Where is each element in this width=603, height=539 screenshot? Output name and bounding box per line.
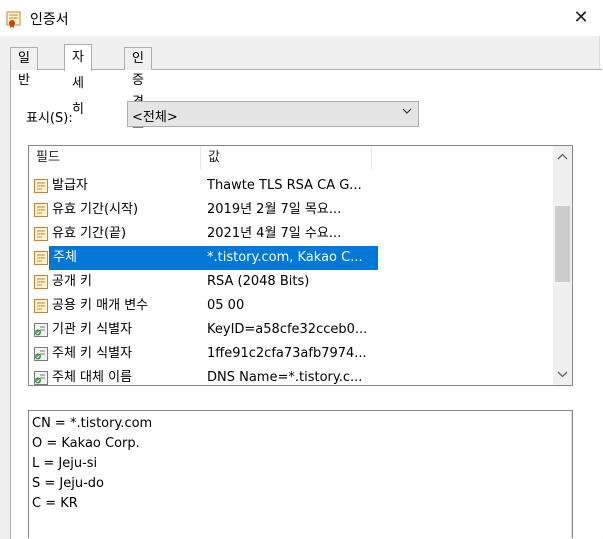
field-detail-box[interactable]: CN = *.tistory.com O = Kakao Corp. L = J… — [28, 410, 573, 539]
list-item[interactable]: 기관 키 식별자 KeyID=a58cfe32cceb0... — [29, 318, 554, 342]
window-title: 인증서 — [30, 12, 69, 28]
certificate-field-icon — [33, 178, 49, 194]
field-list[interactable]: 필드 값 발급자 Thawte TLS RSA CA G... 유효 기간(시작) 2… — [28, 145, 573, 386]
certificate-extension-icon — [33, 370, 49, 385]
tab-certification-path[interactable]: 인증 경로 — [124, 47, 152, 132]
list-item-value: Thawte TLS RSA CA G... — [207, 178, 362, 193]
list-item[interactable]: 주체 대체 이름 DNS Name=*.tistory.c... — [29, 366, 554, 385]
list-item-value: 05 00 — [207, 298, 245, 313]
show-dropdown[interactable]: <전체> — [127, 101, 419, 127]
list-item-value: 2021년 4월 7일 수요... — [207, 226, 342, 241]
certificate-field-icon — [33, 274, 49, 290]
tab-general[interactable]: 일반 — [10, 47, 38, 88]
list-item[interactable]: 주체 키 식별자 1ffe91c2cfa73afb7974... — [29, 342, 554, 366]
list-item[interactable]: 공용 키 매개 변수 05 00 — [29, 294, 554, 318]
certificate-field-icon — [33, 226, 49, 242]
detail-line: S = Jeju-do — [32, 476, 104, 491]
tab-details[interactable]: 자세히 — [64, 44, 92, 117]
list-item-field: 발급자 — [52, 178, 88, 193]
list-item-value: RSA (2048 Bits) — [207, 274, 310, 289]
vertical-scrollbar[interactable] — [553, 146, 572, 385]
list-item-value: DNS Name=*.tistory.c... — [207, 370, 363, 385]
chevron-down-icon — [402, 108, 412, 114]
list-item[interactable]: 주체 *.tistory.com, Kakao C... — [29, 246, 554, 270]
list-item[interactable]: 발급자 Thawte TLS RSA CA G... — [29, 174, 554, 198]
list-item-value: 1ffe91c2cfa73afb7974... — [207, 346, 367, 361]
list-item-field: 유효 기간(시작) — [52, 202, 139, 217]
list-item-field: 주체 키 식별자 — [52, 346, 133, 361]
scroll-up-arrow-icon[interactable] — [553, 146, 572, 168]
detail-line: CN = *.tistory.com — [32, 416, 153, 431]
list-item-field: 기관 키 식별자 — [52, 322, 133, 337]
list-item-value: *.tistory.com, Kakao C... — [200, 246, 378, 270]
list-item-field: 주체 대체 이름 — [52, 370, 133, 385]
close-button[interactable]: ✕ — [569, 6, 593, 30]
scroll-down-arrow-icon[interactable] — [553, 363, 572, 385]
title-bar: 인증서 ✕ — [0, 0, 603, 36]
list-item-field: 공용 키 매개 변수 — [52, 298, 149, 313]
list-item-field: 유효 기간(끝) — [52, 226, 127, 241]
scrollbar-thumb[interactable] — [555, 206, 570, 282]
certificate-icon — [6, 11, 21, 28]
list-item-field: 공개 키 — [52, 274, 93, 289]
list-header: 필드 값 — [29, 146, 554, 170]
column-header-field[interactable]: 필드 — [29, 146, 201, 170]
show-dropdown-value: <전체> — [132, 110, 178, 125]
list-item[interactable]: 유효 기간(시작) 2019년 2월 7일 목요... — [29, 198, 554, 222]
detail-line: L = Jeju-si — [32, 456, 98, 471]
list-item-value: 2019년 2월 7일 목요... — [207, 202, 342, 217]
certificate-field-icon — [33, 298, 49, 314]
certificate-field-icon — [33, 250, 49, 266]
detail-line: C = KR — [32, 496, 78, 511]
list-item-field: 주체 — [49, 246, 204, 270]
detail-scroll-divider — [571, 411, 572, 539]
certificate-extension-icon — [33, 346, 49, 362]
show-label: 표시(S): — [26, 111, 73, 126]
close-icon: ✕ — [573, 7, 589, 28]
list-item-value: KeyID=a58cfe32cceb0... — [207, 322, 368, 337]
detail-line: O = Kakao Corp. — [32, 436, 140, 451]
certificate-extension-icon — [33, 322, 49, 338]
list-item[interactable]: 유효 기간(끝) 2021년 4월 7일 수요... — [29, 222, 554, 246]
certificate-field-icon — [33, 202, 49, 218]
column-header-value[interactable]: 값 — [201, 146, 372, 170]
list-item[interactable]: 공개 키 RSA (2048 Bits) — [29, 270, 554, 294]
